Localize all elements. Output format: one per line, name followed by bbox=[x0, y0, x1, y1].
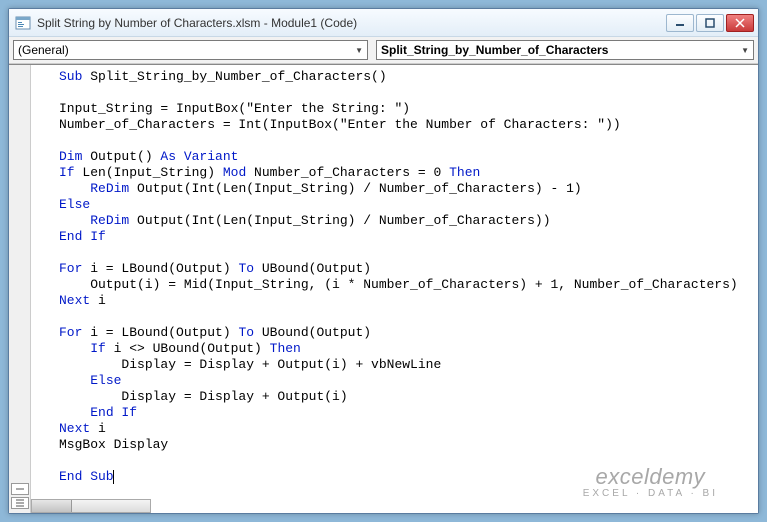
procedure-dropdown[interactable]: Split_String_by_Number_of_Characters ▼ bbox=[376, 40, 754, 60]
code-text: Sub Split_String_by_Number_of_Characters… bbox=[31, 65, 758, 489]
procedure-view-button[interactable] bbox=[11, 483, 29, 495]
titlebar: Split String by Number of Characters.xls… bbox=[9, 9, 758, 37]
window-title: Split String by Number of Characters.xls… bbox=[37, 16, 666, 30]
app-icon bbox=[15, 15, 31, 31]
vba-editor-window: Split String by Number of Characters.xls… bbox=[8, 8, 759, 514]
code-editor[interactable]: Sub Split_String_by_Number_of_Characters… bbox=[31, 65, 758, 513]
scrollbar-thumb[interactable] bbox=[32, 500, 72, 512]
object-dropdown[interactable]: (General) ▼ bbox=[13, 40, 368, 60]
chevron-down-icon: ▼ bbox=[355, 46, 363, 55]
view-switch-gutter bbox=[9, 65, 31, 513]
chevron-down-icon: ▼ bbox=[741, 46, 749, 55]
watermark-tagline: EXCEL · DATA · BI bbox=[583, 488, 718, 499]
minimize-button[interactable] bbox=[666, 14, 694, 32]
full-module-view-button[interactable] bbox=[11, 497, 29, 509]
window-controls bbox=[666, 14, 754, 32]
close-button[interactable] bbox=[726, 14, 754, 32]
code-pane: Sub Split_String_by_Number_of_Characters… bbox=[9, 64, 758, 513]
object-proc-bar: (General) ▼ Split_String_by_Number_of_Ch… bbox=[9, 37, 758, 64]
horizontal-scrollbar[interactable] bbox=[31, 499, 151, 513]
procedure-dropdown-value: Split_String_by_Number_of_Characters bbox=[381, 43, 608, 57]
object-dropdown-value: (General) bbox=[18, 43, 69, 57]
maximize-button[interactable] bbox=[696, 14, 724, 32]
text-caret bbox=[113, 470, 114, 484]
